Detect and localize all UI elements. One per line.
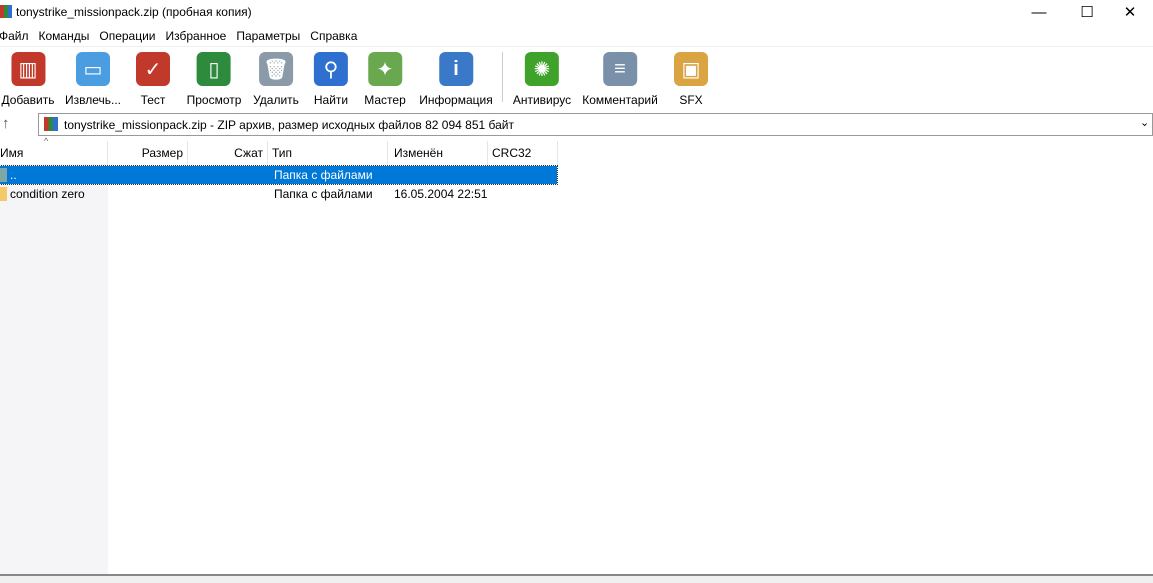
extract-folder-icon: ▭: [75, 52, 110, 86]
delete-trash-icon: 🗑: [258, 52, 293, 86]
add-archive-icon: ▥: [10, 52, 45, 86]
maximize-button[interactable]: ☐: [1064, 0, 1110, 24]
row-type: Папка с файлами: [274, 168, 373, 182]
row-name: condition zero: [10, 187, 85, 201]
minimize-button[interactable]: —: [1016, 0, 1062, 24]
toolbar-button-label: Комментарий: [582, 93, 658, 107]
address-text: tonystrike_missionpack.zip - ZIP архив, …: [64, 118, 514, 132]
table-row[interactable]: condition zero Папка с файлами 16.05.200…: [0, 185, 557, 203]
toolbar-button-delete-trash[interactable]: 🗑 Удалить: [253, 52, 299, 107]
row-name: ..: [10, 168, 17, 182]
comment-icon: ≡: [603, 52, 637, 86]
find-magnifier-icon: ⚲: [314, 52, 348, 86]
row-modified: 16.05.2004 22:51: [394, 187, 488, 201]
toolbar-button-test-clipboard[interactable]: ✓ Тест: [136, 52, 170, 107]
antivirus-icon: ✺: [525, 52, 559, 86]
wizard-wand-icon: ✦: [367, 52, 402, 86]
toolbar-button-label: Антивирус: [512, 93, 572, 107]
close-button[interactable]: ✕: [1107, 0, 1153, 24]
window-title: tonystrike_missionpack.zip (пробная копи…: [16, 5, 252, 19]
toolbar-button-label: Тест: [140, 93, 166, 107]
column-type[interactable]: Тип: [268, 141, 388, 165]
view-book-icon: ▯: [197, 52, 231, 86]
toolbar-button-find-magnifier[interactable]: ⚲ Найти: [314, 52, 348, 107]
winrar-app-icon: [0, 5, 12, 18]
toolbar-button-wizard-wand[interactable]: ✦ Мастер: [364, 52, 406, 107]
menu-bar: Файл Команды Операции Избранное Параметр…: [0, 27, 362, 45]
toolbar-button-extract-folder[interactable]: ▭ Извлечь...: [65, 52, 121, 107]
column-packed[interactable]: Сжат: [188, 141, 268, 165]
name-column-shade: [0, 164, 108, 574]
toolbar-button-label: Просмотр: [186, 93, 242, 107]
menu-commands[interactable]: Команды: [34, 27, 95, 45]
test-clipboard-icon: ✓: [136, 52, 170, 86]
toolbar-button-add-archive[interactable]: ▥ Добавить: [1, 52, 55, 107]
archive-icon: [44, 117, 58, 131]
up-arrow-icon[interactable]: ↑: [2, 115, 10, 132]
menu-favorites[interactable]: Избранное: [161, 27, 232, 45]
column-size[interactable]: Размер: [108, 141, 188, 165]
folder-up-icon: [0, 168, 7, 182]
toolbar: ▥ Добавить ▭ Извлечь... ✓ Тест ▯ Просмотр 🗑 Удали…: [0, 46, 1153, 110]
toolbar-button-view-book[interactable]: ▯ Просмотр: [186, 52, 242, 107]
status-bar: [0, 574, 1153, 583]
toolbar-button-label: Информация: [419, 93, 493, 107]
address-dropdown-icon[interactable]: ⌄: [1140, 116, 1149, 129]
toolbar-button-label: Мастер: [364, 93, 406, 107]
toolbar-button-info[interactable]: i Информация: [419, 52, 493, 107]
table-row[interactable]: .. Папка с файлами: [0, 165, 558, 185]
menu-help[interactable]: Справка: [305, 27, 362, 45]
sfx-box-icon: ▣: [674, 52, 708, 86]
column-crc32[interactable]: CRC32: [488, 141, 558, 165]
toolbar-separator: [502, 52, 503, 102]
toolbar-button-label: Удалить: [253, 93, 299, 107]
toolbar-button-label: Найти: [313, 93, 349, 107]
toolbar-button-antivirus[interactable]: ✺ Антивирус: [513, 52, 571, 107]
menu-operations[interactable]: Операции: [94, 27, 160, 45]
column-header: ^ Имя Размер Сжат Тип Изменён CRC32: [0, 136, 558, 165]
toolbar-button-label: Извлечь...: [64, 93, 122, 107]
title-bar: tonystrike_missionpack.zip (пробная копи…: [0, 0, 1153, 24]
column-modified[interactable]: Изменён: [388, 141, 488, 165]
column-name[interactable]: Имя: [0, 141, 108, 165]
toolbar-button-label: Добавить: [1, 93, 55, 107]
menu-file[interactable]: Файл: [0, 27, 34, 45]
folder-icon: [0, 187, 7, 201]
address-bar: ↑ tonystrike_missionpack.zip - ZIP архив…: [0, 112, 1153, 138]
info-icon: i: [438, 52, 473, 86]
row-type: Папка с файлами: [274, 187, 373, 201]
toolbar-button-comment[interactable]: ≡ Комментарий: [582, 52, 658, 107]
menu-options[interactable]: Параметры: [231, 27, 305, 45]
toolbar-button-label: SFX: [679, 93, 703, 107]
toolbar-button-sfx-box[interactable]: ▣ SFX: [674, 52, 708, 107]
